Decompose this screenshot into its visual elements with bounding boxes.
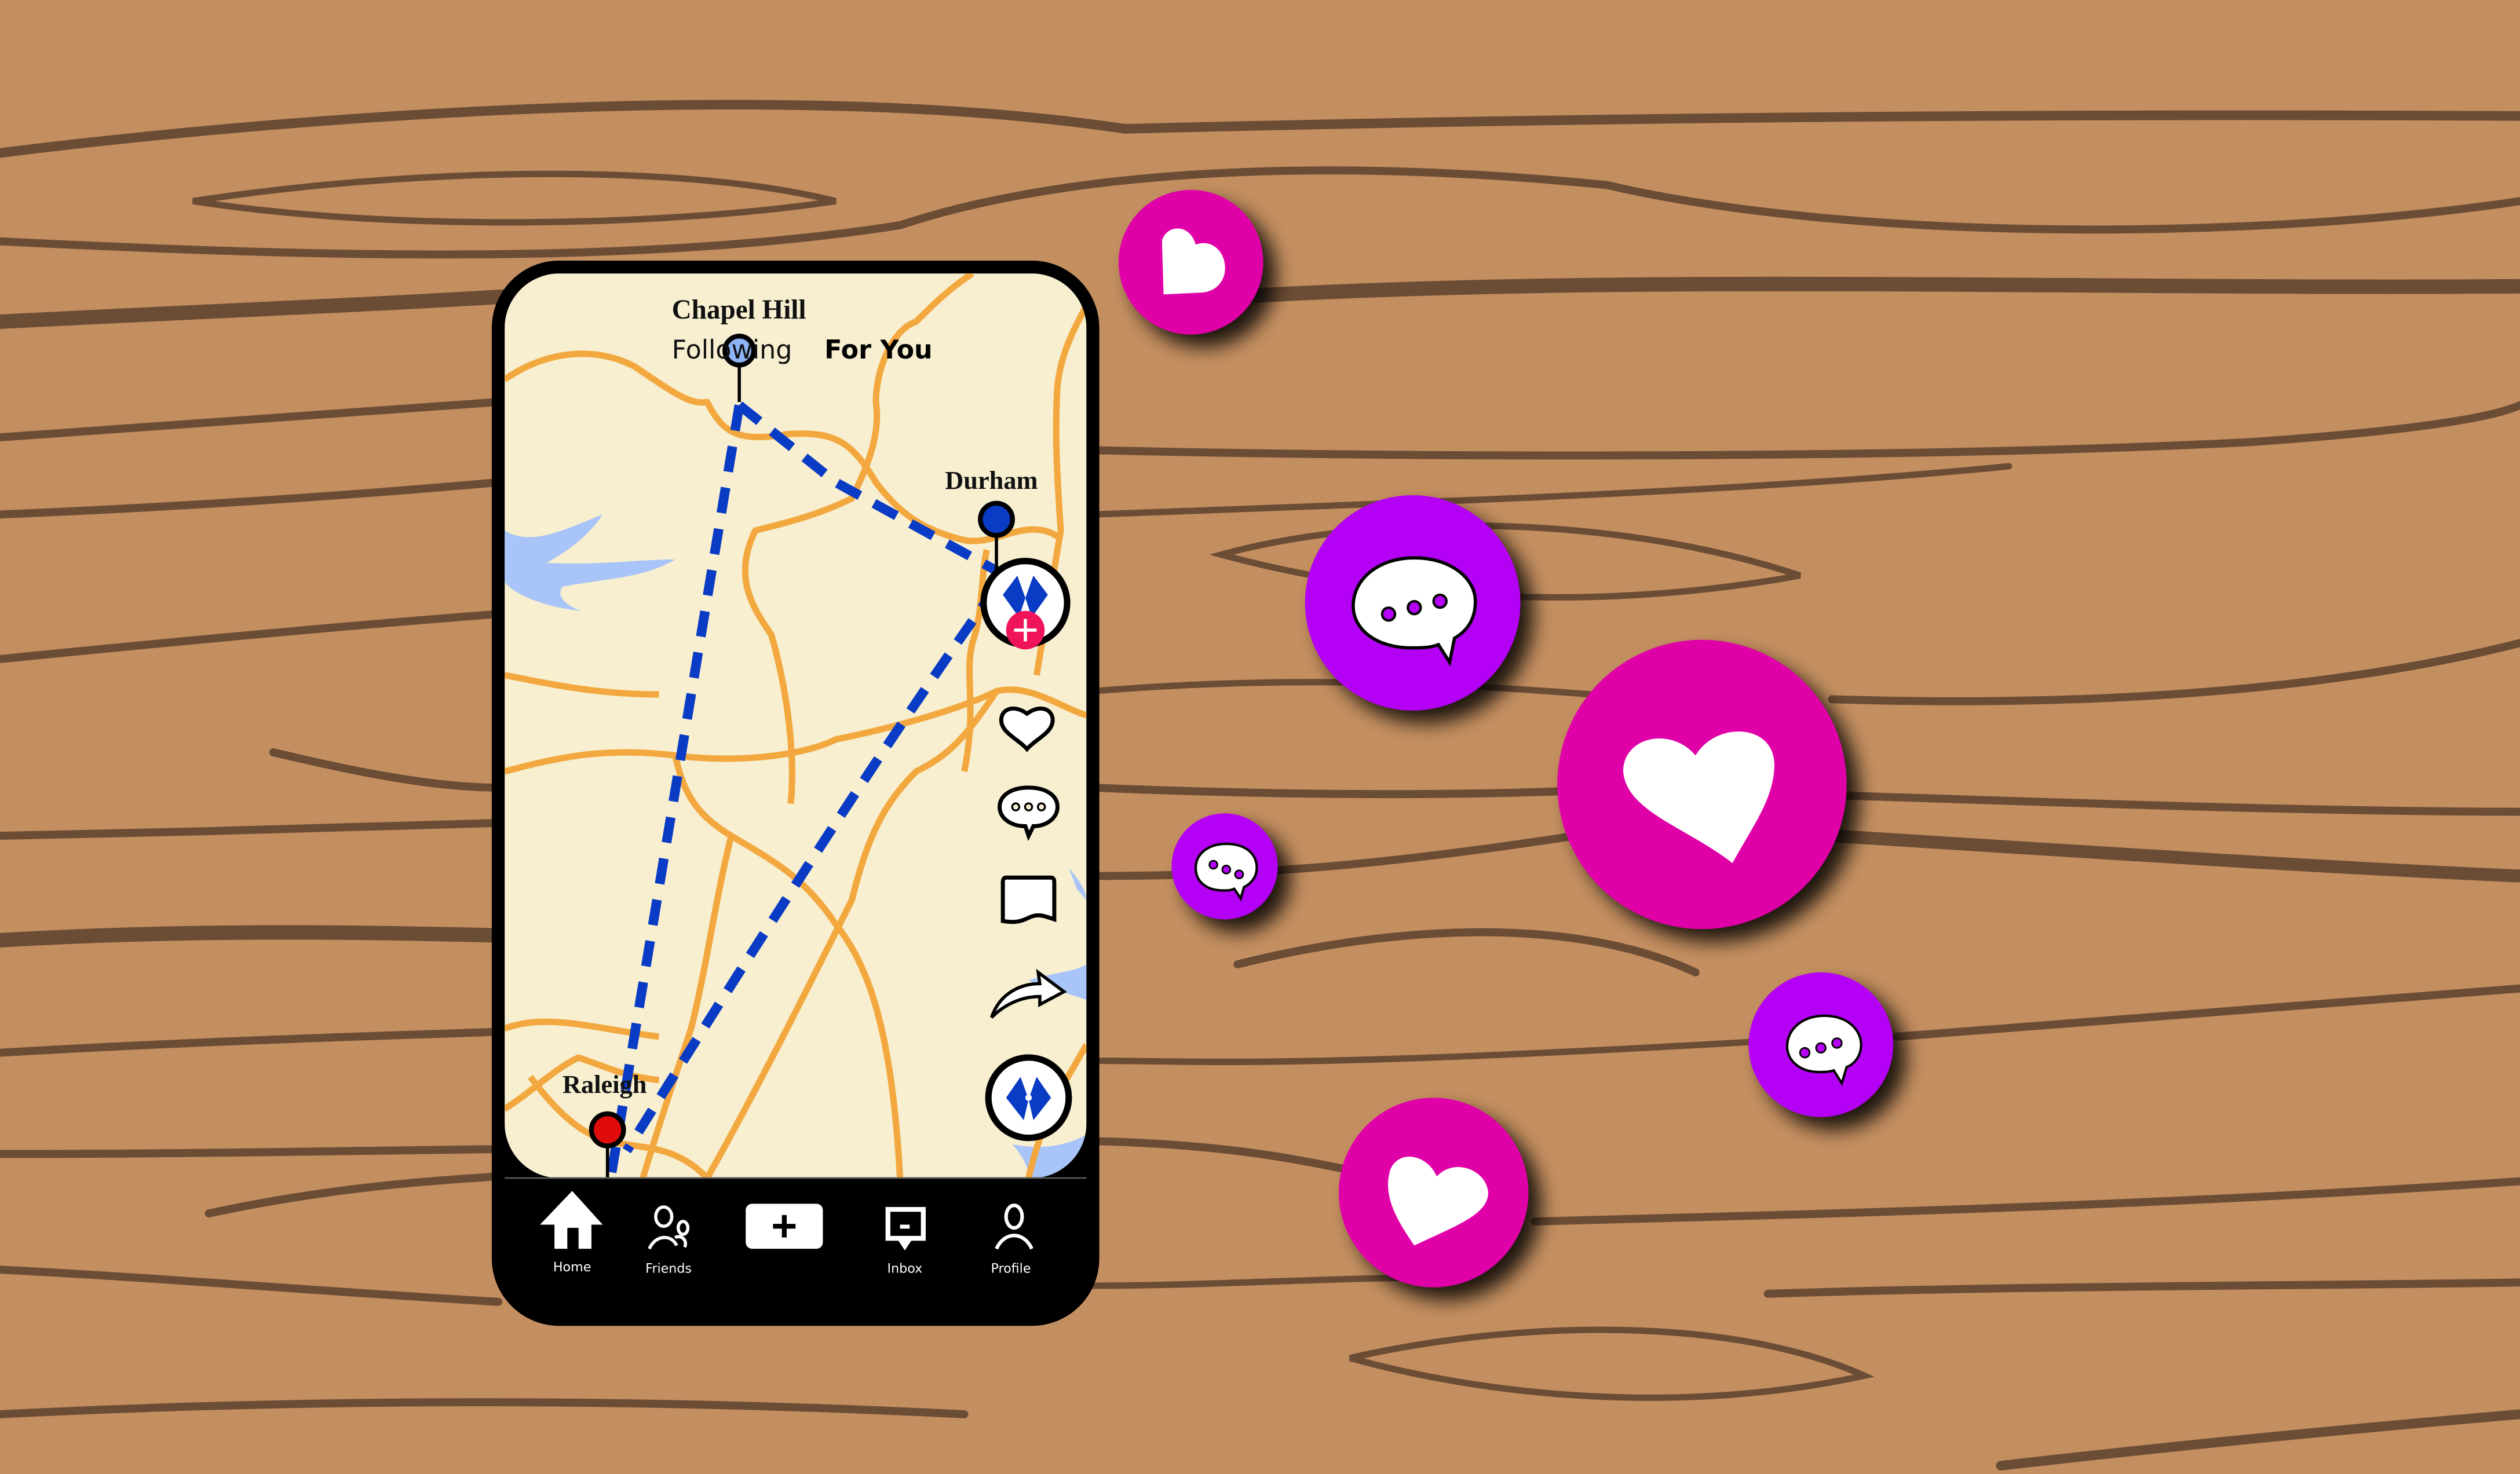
- sound-disc-button[interactable]: [985, 1054, 1072, 1142]
- city-label-raleigh: Raleigh: [563, 1070, 647, 1099]
- tab-for-you[interactable]: For You: [824, 335, 932, 365]
- floating-comment-bubble: [1748, 972, 1894, 1117]
- floating-comment-bubble: [1171, 813, 1278, 920]
- phone: Chapel Hill Durham Raleigh Following For…: [491, 260, 1100, 1326]
- illustration-canvas: Chapel Hill Durham Raleigh Following For…: [0, 0, 2520, 1474]
- city-label-chapel-hill: Chapel Hill: [672, 295, 806, 325]
- tab-following[interactable]: Following: [672, 335, 792, 365]
- nav-item-create[interactable]: [746, 1204, 823, 1249]
- nav-label-friends: Friends: [645, 1261, 692, 1277]
- nav-label-home: Home: [553, 1260, 591, 1275]
- floating-like-bubble: [1118, 189, 1263, 335]
- floating-like-bubble: [1557, 639, 1847, 930]
- follow-plus-badge[interactable]: [1006, 610, 1045, 650]
- creator-avatar-button[interactable]: [980, 558, 1071, 650]
- map-screen[interactable]: Chapel Hill Durham Raleigh Following For…: [505, 273, 1087, 1179]
- nav-label-profile: Profile: [991, 1261, 1031, 1277]
- floating-comment-bubble: [1305, 495, 1521, 711]
- nav-label-inbox: Inbox: [888, 1261, 923, 1277]
- floating-like-bubble: [1338, 1098, 1529, 1288]
- save-bookmark-icon[interactable]: [1000, 875, 1057, 924]
- city-label-durham: Durham: [945, 466, 1038, 495]
